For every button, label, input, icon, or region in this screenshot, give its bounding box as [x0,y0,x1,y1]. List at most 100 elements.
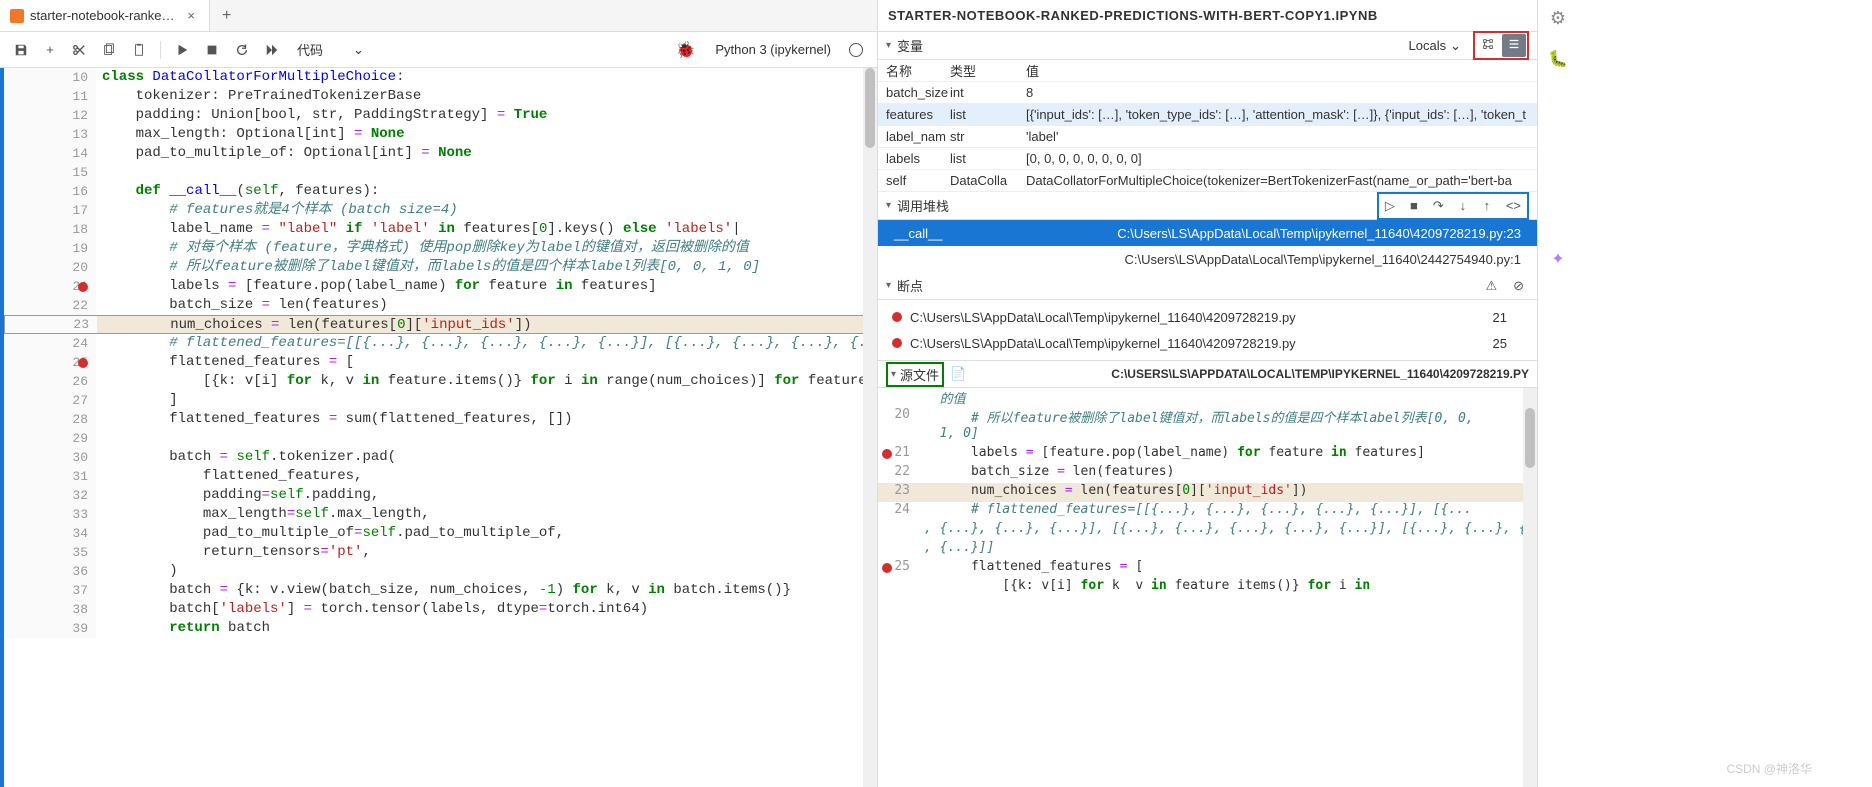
stop-button[interactable] [199,39,225,61]
kernel-name[interactable]: Python 3 (ipykernel) [707,42,839,57]
restart-button[interactable] [229,39,255,61]
breakpoint-row[interactable]: C:\Users\LS\AppData\Local\Temp\ipykernel… [878,304,1537,330]
close-icon[interactable]: × [183,8,199,23]
line-number[interactable]: 27 [4,391,96,410]
code-line[interactable]: 13 max_length: Optional[int] = None [4,125,877,144]
step-over-button[interactable]: ↷ [1429,196,1448,216]
code-line[interactable]: 30 batch = self.tokenizer.pad( [4,448,877,467]
line-number[interactable]: 16 [4,182,96,201]
line-number[interactable]: 30 [4,448,96,467]
scope-select[interactable]: Locals ⌄ [1403,36,1467,56]
pause-button[interactable]: ■ [1405,196,1423,216]
table-view-button[interactable] [1502,34,1526,57]
line-number[interactable]: 34 [4,524,96,543]
line-number[interactable]: 20 [4,258,96,277]
breakpoint-row[interactable]: C:\Users\LS\AppData\Local\Temp\ipykernel… [878,330,1537,356]
line-number[interactable]: 39 [4,619,96,638]
scrollbar-vertical[interactable] [863,68,877,787]
line-number[interactable]: 35 [4,543,96,562]
line-number[interactable]: 29 [4,429,96,448]
code-line[interactable]: 11 tokenizer: PreTrainedTokenizerBase [4,87,877,106]
warning-icon[interactable]: ⚠ [1480,275,1502,297]
line-number[interactable]: 15 [4,163,96,182]
callstack-section-header[interactable]: ▾ 调用堆栈 ▷ ■ ↷ ↓ ↑ <> [878,192,1537,220]
code-line[interactable]: 14 pad_to_multiple_of: Optional[int] = N… [4,144,877,163]
line-number[interactable]: 33 [4,505,96,524]
continue-button[interactable]: ▷ [1381,196,1399,216]
code-line[interactable]: 25 flattened_features = [ [4,353,877,372]
source-line[interactable]: 25 flattened_features = [ [878,559,1537,578]
cell-type-select[interactable]: 代码 ⌄ [289,38,372,61]
line-number[interactable]: 24 [4,334,96,353]
line-number[interactable]: 19 [4,239,96,258]
sparkle-icon[interactable]: ✦ [1551,249,1564,269]
breakpoints-section-header[interactable]: ▾ 断点 ⚠ ⊘ [878,272,1537,300]
step-out-button[interactable]: ↑ [1478,196,1496,216]
line-number[interactable]: 17 [4,201,96,220]
source-line[interactable]: 1, 0] [878,426,1537,445]
line-number[interactable]: 25 [4,353,96,372]
code-line[interactable]: 28 flattened_features = sum(flattened_fe… [4,410,877,429]
line-number[interactable]: 28 [4,410,96,429]
gear-icon[interactable]: ⚙ [1550,8,1566,29]
source-line[interactable]: [{k: v[i] for k v in feature items()} fo… [878,578,1537,597]
run-button[interactable] [169,39,195,61]
code-line[interactable]: 19 # 对每个样本 (feature，字典格式) 使用pop删除key为lab… [4,239,877,258]
line-number[interactable]: 14 [4,144,96,163]
source-line[interactable]: 20 # 所以feature被删除了label键值对，而labels的值是四个样… [878,407,1537,426]
code-line[interactable]: 15 [4,163,877,182]
line-number[interactable]: 23 [5,316,97,333]
code-line[interactable]: 38 batch['labels'] = torch.tensor(labels… [4,600,877,619]
code-line[interactable]: 39 return batch [4,619,877,638]
callstack-frame[interactable]: __call__C:\Users\LS\AppData\Local\Temp\i… [878,220,1537,246]
line-number[interactable]: 21 [4,277,96,296]
add-tab-button[interactable]: + [210,7,243,25]
line-number[interactable]: 10 [4,68,96,87]
bug-icon[interactable]: 🐛 [1548,49,1568,69]
save-button[interactable] [8,39,34,61]
source-section-header[interactable]: ▾ 源文件 📄 C:\USERS\LS\APPDATA\LOCAL\TEMP\I… [878,360,1537,388]
code-editor[interactable]: 10class DataCollatorForMultipleChoice:11… [0,68,877,787]
line-number[interactable]: 18 [4,220,96,239]
disable-all-breakpoints-button[interactable]: ⊘ [1508,275,1529,297]
step-into-button[interactable]: ↓ [1454,196,1472,216]
line-number[interactable]: 13 [4,125,96,144]
code-line[interactable]: 20 # 所以feature被删除了label键值对，而labels的值是四个样… [4,258,877,277]
source-line[interactable]: , {...}]] [878,540,1537,559]
line-number[interactable]: 22 [4,296,96,315]
notebook-tab[interactable]: starter-notebook-ranked-p… × [0,0,210,31]
source-line[interactable]: 24 # flattened_features=[[{...}, {...}, … [878,502,1537,521]
run-all-button[interactable] [259,39,285,61]
source-line[interactable]: 的值 [878,388,1537,407]
source-code-viewer[interactable]: 的值20 # 所以feature被删除了label键值对，而labels的值是四… [878,388,1537,787]
code-line[interactable]: 37 batch = {k: v.view(batch_size, num_ch… [4,581,877,600]
source-line[interactable]: 23 num_choices = len(features[0]['input_… [878,483,1537,502]
code-line[interactable]: 34 pad_to_multiple_of=self.pad_to_multip… [4,524,877,543]
code-line[interactable]: 22 batch_size = len(features) [4,296,877,315]
source-line[interactable]: , {...}, {...}, {...}], [{...}, {...}, {… [878,521,1537,540]
source-line[interactable]: 21 labels = [feature.pop(label_name) for… [878,445,1537,464]
line-number[interactable]: 26 [4,372,96,391]
code-line[interactable]: 31 flattened_features, [4,467,877,486]
cut-button[interactable] [66,39,92,61]
line-number[interactable]: 32 [4,486,96,505]
variables-section-header[interactable]: ▾ 变量 Locals ⌄ [878,32,1537,60]
line-number[interactable]: 38 [4,600,96,619]
line-number[interactable]: 37 [4,581,96,600]
code-line[interactable]: 24 # flattened_features=[[{...}, {...}, … [4,334,877,353]
line-number[interactable]: 12 [4,106,96,125]
add-cell-button[interactable]: + [38,38,62,61]
evaluate-button[interactable]: <> [1502,196,1525,216]
code-line[interactable]: 17 # features就是4个样本 (batch size=4) [4,201,877,220]
source-line[interactable]: 22 batch_size = len(features) [878,464,1537,483]
paste-button[interactable] [126,39,152,61]
variable-row[interactable]: label_namstr'label' [878,126,1537,148]
code-line[interactable]: 29 [4,429,877,448]
code-line[interactable]: 36 ) [4,562,877,581]
code-line[interactable]: 26 [{k: v[i] for k, v in feature.items()… [4,372,877,391]
variable-row[interactable]: selfDataCollaDataCollatorForMultipleChoi… [878,170,1537,192]
code-line[interactable]: 35 return_tensors='pt', [4,543,877,562]
tree-view-button[interactable] [1476,34,1500,57]
variable-row[interactable]: batch_sizeint8 [878,82,1537,104]
code-line[interactable]: 21 labels = [feature.pop(label_name) for… [4,277,877,296]
